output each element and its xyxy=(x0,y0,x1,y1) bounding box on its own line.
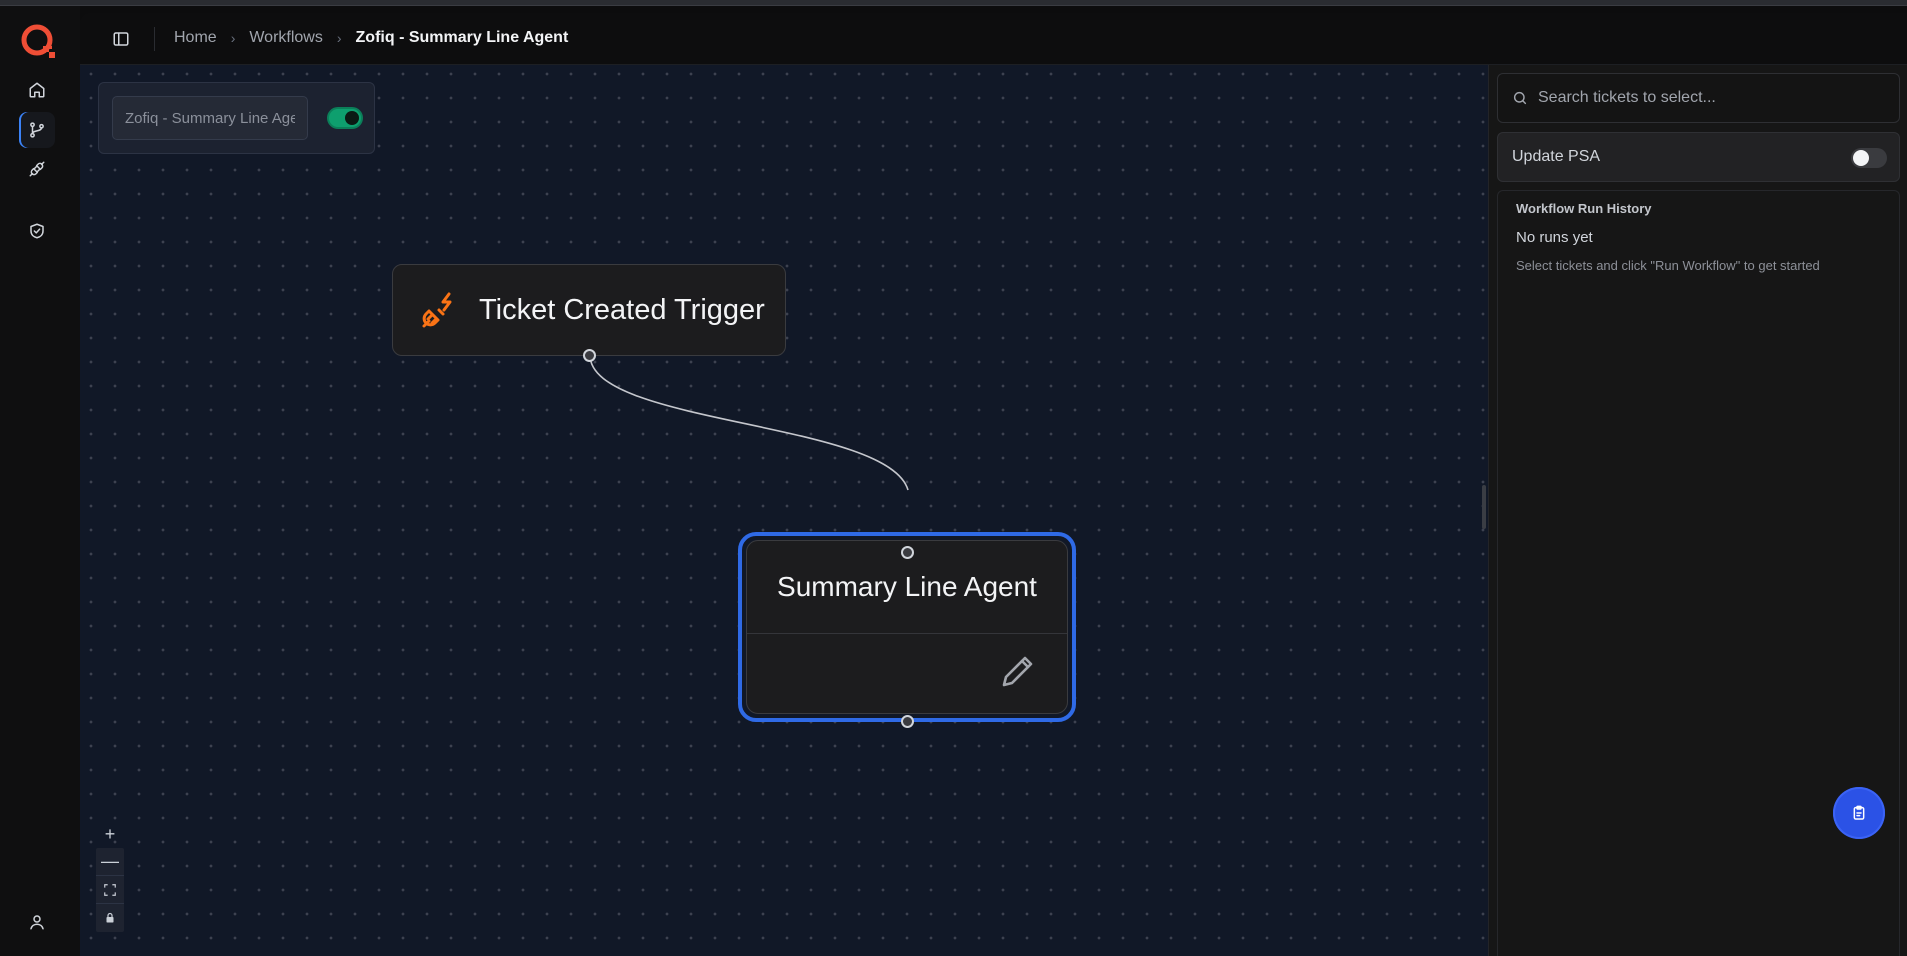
breadcrumb-separator: › xyxy=(230,30,236,46)
ticket-search[interactable] xyxy=(1497,73,1900,123)
agent-node[interactable]: Summary Line Agent xyxy=(746,540,1068,714)
run-history-title: Workflow Run History xyxy=(1516,201,1652,216)
panel-resize-handle[interactable] xyxy=(1482,485,1486,529)
update-psa-toggle[interactable] xyxy=(1851,148,1887,168)
clipboard-icon xyxy=(1853,805,1865,820)
zoom-controls-group: — xyxy=(96,848,124,932)
plug-icon xyxy=(29,161,45,177)
lock-button[interactable] xyxy=(96,904,124,932)
search-icon xyxy=(1512,90,1528,106)
user-icon xyxy=(30,915,44,930)
nav-workflows[interactable] xyxy=(19,112,55,148)
breadcrumb-workflows[interactable]: Workflows xyxy=(249,29,323,47)
panel-left-icon xyxy=(113,32,129,46)
git-branch-icon xyxy=(30,122,44,138)
nav-security[interactable] xyxy=(19,213,55,249)
window-top-strip xyxy=(0,0,1907,6)
fit-view-icon xyxy=(104,883,116,896)
nav-integrations[interactable] xyxy=(19,151,55,187)
edge-trigger-to-agent xyxy=(589,354,909,491)
update-psa-row: Update PSA xyxy=(1497,132,1900,182)
zoom-out-button[interactable]: — xyxy=(96,848,124,876)
workflow-canvas[interactable]: Ticket Created Trigger Summary Line Agen… xyxy=(80,65,1488,956)
breadcrumb-home[interactable]: Home xyxy=(174,29,217,47)
clipboard-fab-button[interactable] xyxy=(1833,787,1885,839)
update-psa-label: Update PSA xyxy=(1512,148,1601,165)
fit-view-button[interactable] xyxy=(96,876,124,904)
nav-home[interactable] xyxy=(19,72,55,108)
breadcrumb: Home › Workflows › Zofiq - Summary Line … xyxy=(174,29,568,47)
left-nav-rail xyxy=(0,6,80,956)
pencil-icon xyxy=(1002,656,1033,687)
edit-agent-button[interactable] xyxy=(1000,653,1036,689)
edge-layer xyxy=(589,354,909,491)
sidebar-toggle-button[interactable] xyxy=(110,28,132,50)
breadcrumb-current: Zofiq - Summary Line Agent xyxy=(355,29,569,46)
trigger-output-handle[interactable] xyxy=(583,349,596,362)
zoom-in-button[interactable]: + xyxy=(96,820,124,848)
agent-node-divider xyxy=(747,633,1067,634)
shield-check-icon xyxy=(30,223,44,239)
top-header: Home › Workflows › Zofiq - Summary Line … xyxy=(80,13,1907,65)
zofiq-logo[interactable] xyxy=(20,23,56,59)
run-history-hint: Select tickets and click "Run Workflow" … xyxy=(1516,258,1820,273)
lock-icon xyxy=(106,912,114,923)
trigger-node[interactable]: Ticket Created Trigger xyxy=(392,264,786,356)
agent-input-handle[interactable] xyxy=(901,546,914,559)
trigger-node-title: Ticket Created Trigger xyxy=(479,293,765,326)
main-shell: Home › Workflows › Zofiq - Summary Line … xyxy=(80,13,1907,956)
home-icon xyxy=(29,82,45,98)
run-history-empty: No runs yet xyxy=(1516,229,1593,246)
plug-lightning-icon xyxy=(419,290,459,330)
nav-profile[interactable] xyxy=(19,904,55,940)
ticket-search-input[interactable] xyxy=(1538,89,1899,107)
agent-output-handle[interactable] xyxy=(901,715,914,728)
zoom-controls: + — xyxy=(96,820,124,932)
run-history-panel: Workflow Run History No runs yet Select … xyxy=(1497,190,1900,956)
breadcrumb-separator: › xyxy=(336,30,342,46)
header-divider xyxy=(154,27,155,51)
